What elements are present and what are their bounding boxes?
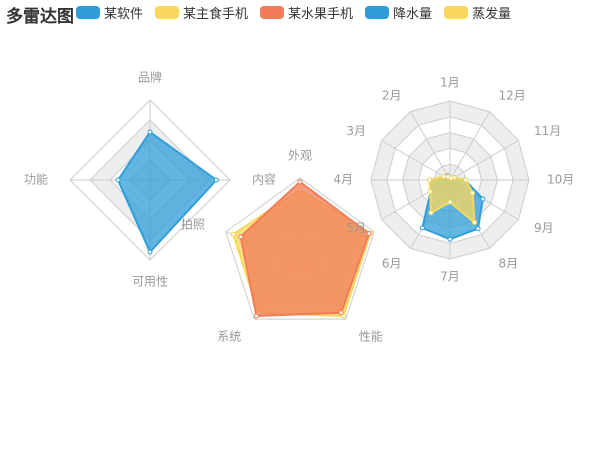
data-point-evaporation <box>447 199 453 205</box>
indicator-label: 外观 <box>288 149 312 163</box>
data-point-precipitation <box>480 196 486 202</box>
indicator-label: 2月 <box>382 88 402 102</box>
indicator-label: 性能 <box>359 329 383 343</box>
indicator-label: 4月 <box>333 173 353 187</box>
indicator-label: 系统 <box>217 329 241 343</box>
data-point-evaporation <box>463 177 469 183</box>
indicator-label: 5月 <box>346 221 366 235</box>
data-point-fruit-phone <box>238 234 244 240</box>
data-point-fruit-phone <box>297 179 303 185</box>
indicator-label: 12月 <box>499 88 526 102</box>
indicator-label: 可用性 <box>132 275 168 289</box>
indicator-label: 内容 <box>252 172 276 187</box>
data-point-evaporation <box>426 177 432 183</box>
indicator-label: 3月 <box>346 124 366 138</box>
data-point-evaporation <box>428 210 434 216</box>
data-point-precipitation <box>419 225 425 231</box>
data-point-evaporation <box>470 190 476 196</box>
indicator-label: 6月 <box>382 257 402 271</box>
data-point-precipitation <box>447 236 453 242</box>
indicator-label: 8月 <box>499 257 519 271</box>
indicator-label: 10月 <box>547 173 574 187</box>
data-point-software <box>115 177 121 183</box>
data-point-software <box>147 129 153 135</box>
indicator-label: 7月 <box>440 270 460 284</box>
data-point-fruit-phone <box>253 313 259 319</box>
weather-radar: 1月 2月 3月 4月 5月 6月 7月 8月 9月 10月 11月 12月 <box>333 76 574 284</box>
indicator-label: 9月 <box>534 221 554 235</box>
radar-charts: 品牌功能可用性内容外观拍照系统性能屏幕1月2月3月4月5月6月7月8月9月10月… <box>24 71 574 344</box>
data-point-staple-phone <box>230 231 236 237</box>
indicator-label: 功能 <box>24 173 48 187</box>
indicator-label: 品牌 <box>138 71 162 85</box>
data-point-evaporation <box>427 188 433 194</box>
data-point-software <box>213 177 219 183</box>
indicator-label: 11月 <box>534 124 561 138</box>
data-point-fruit-phone <box>366 231 372 237</box>
data-point-evaporation <box>471 219 477 225</box>
data-point-precipitation <box>475 226 481 232</box>
data-point-software <box>147 249 153 255</box>
indicator-label: 拍照 <box>181 217 205 232</box>
data-point-evaporation <box>441 173 447 179</box>
indicator-label: 1月 <box>440 76 460 90</box>
data-point-fruit-phone <box>338 310 344 316</box>
data-point-evaporation <box>448 175 454 181</box>
